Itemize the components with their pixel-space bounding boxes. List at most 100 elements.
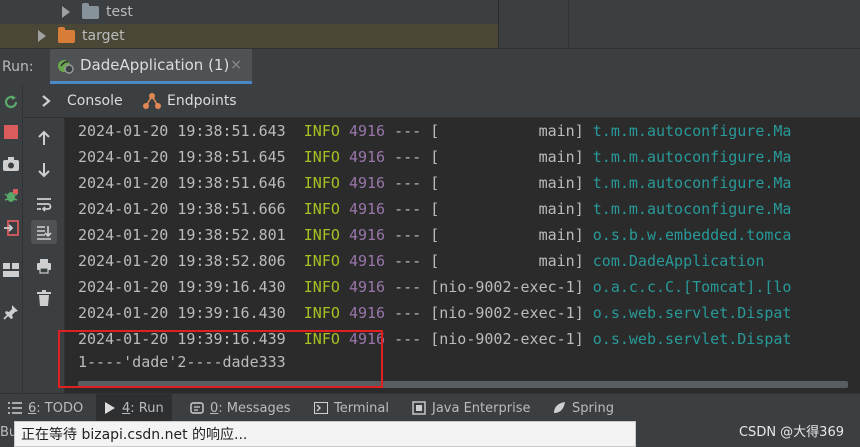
log-separator: --- [394, 278, 422, 296]
tool-messages-label: : Messages [218, 400, 291, 416]
scroll-to-end-icon[interactable] [31, 220, 57, 244]
tab-endpoints-label: Endpoints [167, 93, 237, 109]
log-thread: [nio-9002-exec-1] [430, 304, 584, 322]
debug-bug-icon[interactable] [2, 187, 20, 205]
up-arrow-icon[interactable] [31, 126, 57, 150]
log-logger: o.a.c.c.C.[Tomcat].[lo [592, 278, 792, 296]
log-timestamp: 2024-01-20 19:38:51.643 [78, 122, 286, 140]
tree-item-test[interactable]: test [0, 0, 498, 24]
log-pid: 4916 [348, 278, 386, 296]
log-level: INFO [303, 200, 340, 218]
layout-icon[interactable] [2, 261, 20, 279]
tool-terminal[interactable]: Terminal [310, 394, 393, 422]
log-thread: [ main] [430, 148, 584, 166]
tool-spring[interactable]: Spring [548, 394, 618, 422]
run-tab-dadeapplication[interactable]: DadeApplication (1) × [50, 49, 252, 84]
rerun-icon[interactable] [2, 93, 20, 111]
tab-console[interactable]: Console [41, 85, 123, 117]
print-icon[interactable] [31, 254, 57, 278]
exit-icon[interactable] [2, 219, 20, 237]
log-timestamp: 2024-01-20 19:38:51.645 [78, 148, 286, 166]
log-pid: 4916 [348, 252, 386, 270]
log-pid: 4916 [348, 226, 386, 244]
run-icon [105, 402, 115, 414]
close-icon[interactable]: × [230, 57, 242, 73]
log-separator: --- [394, 122, 422, 140]
log-level: INFO [303, 122, 340, 140]
pin-icon[interactable] [2, 303, 20, 321]
spring-boot-app-icon [58, 60, 74, 74]
tool-terminal-label: Terminal [334, 400, 389, 416]
tool-todo-label: : TODO [36, 400, 84, 416]
todo-icon [8, 402, 22, 414]
tool-java-enterprise-label: Java Enterprise [432, 400, 531, 416]
tool-spring-label: Spring [572, 400, 614, 416]
tree-item-label: test [106, 4, 133, 20]
tool-java-enterprise[interactable]: Java Enterprise [408, 394, 534, 422]
tool-run[interactable]: 4: Run [96, 394, 172, 422]
log-line: 2024-01-20 19:38:51.643 INFO 4916 --- [ … [78, 118, 791, 144]
expand-arrow-icon[interactable] [62, 6, 70, 18]
log-level: INFO [303, 252, 340, 270]
log-line: 2024-01-20 19:38:52.801 INFO 4916 --- [ … [78, 222, 791, 248]
log-separator: --- [394, 330, 422, 348]
browser-status-tooltip: 正在等待 bizapi.csdn.net 的响应... [14, 421, 636, 447]
soft-wrap-icon[interactable] [31, 192, 57, 216]
tree-item-label: target [82, 28, 125, 44]
java-enterprise-icon [412, 401, 426, 415]
messages-icon [190, 402, 204, 414]
log-pid: 4916 [348, 148, 386, 166]
log-thread: [ main] [430, 226, 584, 244]
log-level: INFO [303, 174, 340, 192]
status-bar: Bu 正在等待 bizapi.csdn.net 的响应... CSDN @大得3… [0, 421, 860, 447]
watermark-text: CSDN @大得369 [738, 425, 844, 440]
log-level: INFO [303, 278, 340, 296]
folder-icon [58, 26, 75, 43]
console-tabs: Console Endpoints [23, 85, 860, 118]
log-line: 2024-01-20 19:39:16.430 INFO 4916 --- [n… [78, 274, 791, 300]
log-separator: --- [394, 174, 422, 192]
log-level: INFO [303, 304, 340, 322]
run-header: Run: DadeApplication (1) × [0, 48, 860, 86]
log-separator: --- [394, 200, 422, 218]
log-logger: t.m.m.autoconfigure.Ma [592, 148, 792, 166]
log-thread: [ main] [430, 174, 584, 192]
log-pid: 4916 [348, 200, 386, 218]
log-line: 2024-01-20 19:39:16.430 INFO 4916 --- [n… [78, 300, 791, 326]
tool-messages[interactable]: 0: Messages [186, 394, 295, 422]
tab-endpoints[interactable]: Endpoints [143, 85, 237, 117]
log-separator: --- [394, 226, 422, 244]
log-logger: t.m.m.autoconfigure.Ma [592, 122, 792, 140]
trash-icon[interactable] [31, 286, 57, 310]
log-logger: o.s.web.servlet.Dispat [592, 304, 792, 322]
log-logger: t.m.m.autoconfigure.Ma [592, 174, 792, 192]
console-icon [42, 95, 51, 107]
down-arrow-icon[interactable] [31, 158, 57, 182]
log-thread: [ main] [430, 252, 584, 270]
log-logger: com.DadeApplication [592, 252, 765, 270]
project-tree: test target [0, 0, 860, 48]
endpoints-icon [143, 93, 161, 109]
log-timestamp: 2024-01-20 19:38:52.801 [78, 226, 286, 244]
stop-icon[interactable] [2, 123, 20, 141]
tool-todo[interactable]: 6: TODO [4, 394, 87, 422]
log-thread: [nio-9002-exec-1] [430, 330, 584, 348]
log-level: INFO [303, 226, 340, 244]
log-timestamp: 2024-01-20 19:39:16.430 [78, 278, 286, 296]
log-line: 2024-01-20 19:38:51.646 INFO 4916 --- [ … [78, 170, 791, 196]
log-timestamp: 2024-01-20 19:39:16.430 [78, 304, 286, 322]
terminal-icon [314, 402, 328, 414]
tree-item-target[interactable]: target [0, 24, 498, 48]
highlight-annotation-box [58, 330, 383, 388]
camera-icon[interactable] [2, 155, 20, 173]
log-level: INFO [303, 148, 340, 166]
tool-run-label: : Run [130, 400, 164, 416]
log-logger: o.s.web.servlet.Dispat [592, 330, 792, 348]
log-pid: 4916 [348, 122, 386, 140]
run-label: Run: [2, 59, 34, 75]
log-timestamp: 2024-01-20 19:38:51.666 [78, 200, 286, 218]
log-separator: --- [394, 252, 422, 270]
log-separator: --- [394, 304, 422, 322]
folder-icon [82, 2, 99, 19]
expand-arrow-icon[interactable] [38, 30, 46, 42]
